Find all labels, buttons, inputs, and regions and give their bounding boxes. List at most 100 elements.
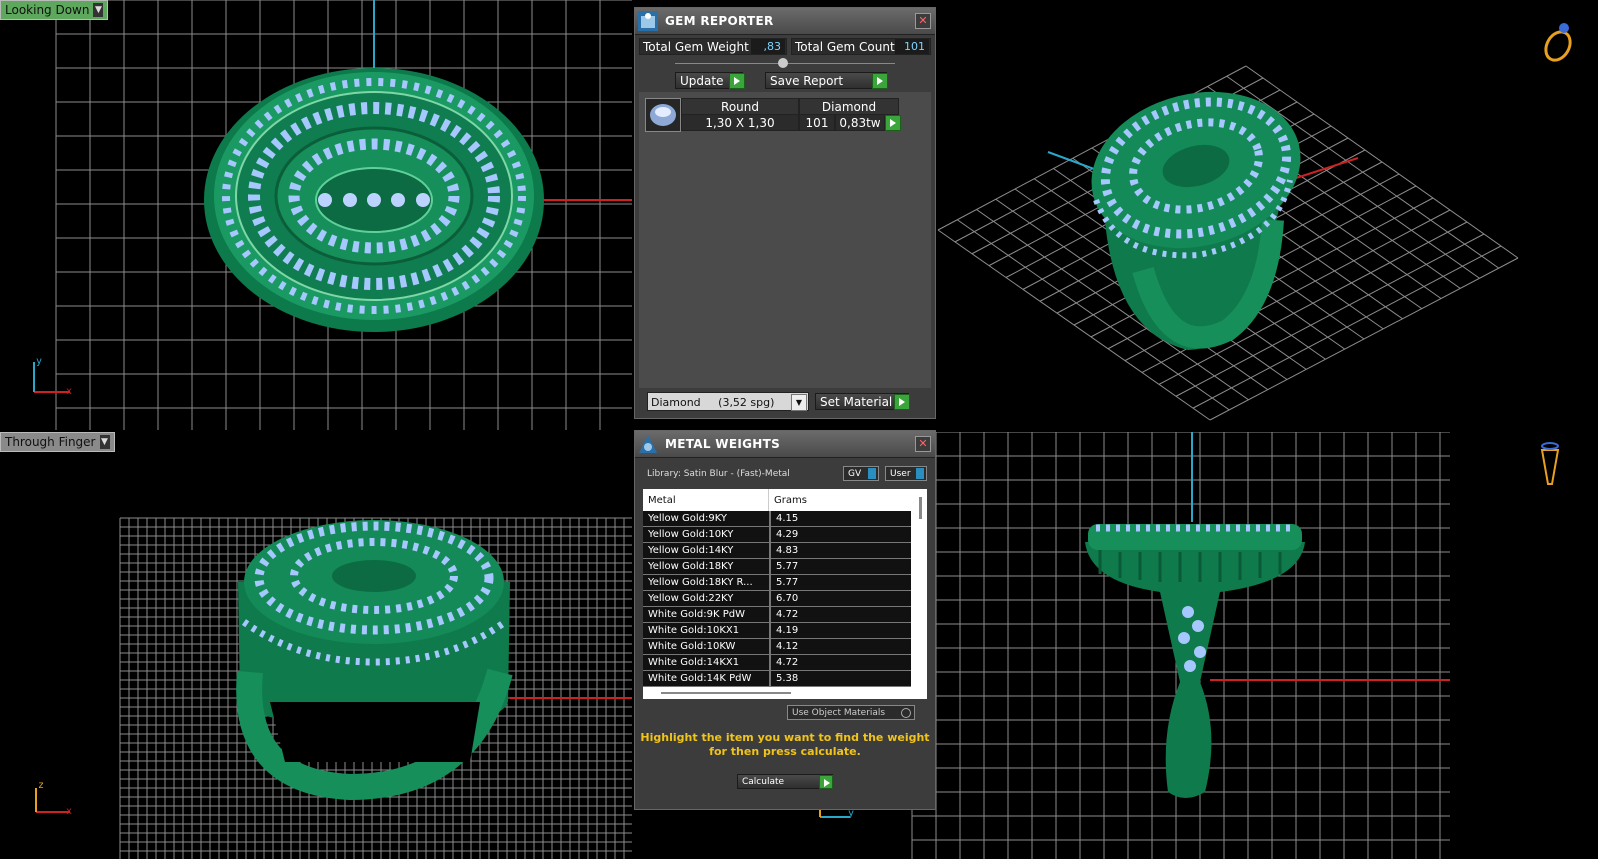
calculate-hint: Highlight the item you want to find the … (635, 731, 935, 759)
set-material-button-label: Set Material (820, 395, 893, 409)
metal-grams-cell: 5.77 (770, 558, 911, 575)
play-icon[interactable] (894, 394, 910, 410)
update-button-label: Update (680, 74, 724, 88)
table-row[interactable]: Yellow Gold:10KY 4.29 (643, 526, 911, 543)
hint-line-2: for then press calculate. (709, 745, 861, 758)
metal-name-cell: Yellow Gold:22KY (643, 590, 771, 607)
material-select-value: Diamond (3,52 spg) (651, 396, 775, 409)
library-label: Library: Satin Blur - (Fast)-Metal (647, 469, 790, 479)
metal-table-body: Yellow Gold:9KY 4.15 Yellow Gold:10KY 4.29 Y… (643, 511, 911, 687)
gem-list: Round Diamond 1,30 X 1,30 101 0,83tw (639, 92, 931, 388)
use-object-materials-label: Use Object Materials (792, 708, 886, 718)
metal-name-cell: White Gold:10KW (643, 638, 771, 655)
table-row[interactable]: White Gold:9K PdW 4.72 (643, 606, 911, 623)
horizontal-scrollbar[interactable] (661, 692, 791, 694)
gem-shape-cell: Round (681, 98, 799, 115)
metal-table: Metal Grams Yellow Gold:9KY 4.15 Yellow Go… (643, 489, 927, 699)
grid-top-left (33, 0, 632, 430)
gv-toggle-label: GV (848, 469, 862, 479)
toggle-indicator-icon (868, 468, 876, 479)
metal-rows: Yellow Gold:9KY 4.15 Yellow Gold:10KY 4.29 Y… (643, 511, 911, 687)
use-object-materials-checkbox[interactable]: Use Object Materials (787, 705, 915, 720)
metal-table-header: Metal Grams (643, 489, 927, 511)
table-row[interactable]: Yellow Gold:14KY 4.83 (643, 542, 911, 559)
play-icon[interactable] (872, 73, 888, 89)
metal-weights-title: METAL WEIGHTS (665, 437, 781, 451)
gem-material-cell: Diamond (799, 98, 899, 115)
gem-reporter-icon (638, 11, 658, 31)
chevron-down-icon[interactable]: ▼ (93, 3, 104, 17)
radio-icon (901, 708, 911, 718)
gem-reporter-title: GEM REPORTER (665, 14, 774, 28)
table-row[interactable]: Yellow Gold:18KY 5.77 (643, 558, 911, 575)
view-mode-label: Through Finger (5, 435, 96, 449)
metal-name-cell: Yellow Gold:18KY (643, 558, 771, 575)
chevron-down-icon[interactable]: ▼ (99, 435, 110, 449)
table-row[interactable]: White Gold:14KX1 4.72 (643, 654, 911, 671)
metal-name-cell: Yellow Gold:18KY R... (643, 574, 771, 591)
table-row[interactable]: White Gold:10KX1 4.19 (643, 622, 911, 639)
view-mode-dropdown-bottom-left[interactable]: Through Finger ▼ (0, 432, 115, 452)
metal-grams-cell: 4.72 (770, 654, 911, 671)
gem-weight-cell: 0,83tw (835, 114, 885, 131)
metal-name-cell: White Gold:10KX1 (643, 622, 771, 639)
metal-name-cell: White Gold:14KX1 (643, 654, 771, 671)
gem-reporter-panel: GEM REPORTER ✕ Total Gem Weight ,83 Tota… (634, 7, 936, 419)
metal-grams-cell: 4.83 (770, 542, 911, 559)
close-icon[interactable]: ✕ (915, 13, 931, 29)
material-select[interactable]: Diamond (3,52 spg) ▼ (647, 392, 809, 411)
table-row[interactable]: Yellow Gold:18KY R... 5.77 (643, 574, 911, 591)
vertical-scrollbar[interactable] (919, 497, 922, 519)
metal-grams-cell: 4.72 (770, 606, 911, 623)
play-icon[interactable] (819, 775, 833, 789)
metal-name-cell: Yellow Gold:10KY (643, 526, 771, 543)
hint-line-1: Highlight the item you want to find the … (640, 731, 930, 744)
grid-perspective (937, 23, 1575, 421)
metal-grams-cell: 4.19 (770, 622, 911, 639)
play-icon[interactable] (885, 115, 901, 131)
user-toggle-label: User (890, 469, 911, 479)
metal-grams-cell: 5.77 (770, 574, 911, 591)
viewport-top-left[interactable]: Looking Down ▼ y x (0, 0, 632, 430)
axis-label-horizontal: x (66, 806, 73, 817)
save-report-button-label: Save Report (770, 74, 844, 88)
metal-grams-cell: 4.29 (770, 526, 911, 543)
table-row[interactable]: Yellow Gold:22KY 6.70 (643, 590, 911, 607)
metal-weights-icon (639, 435, 657, 453)
viewport-bottom-left[interactable]: Through Finger ▼ z x (0, 432, 632, 859)
table-row[interactable]: White Gold:10KW 4.12 (643, 638, 911, 655)
gem-size-cell: 1,30 X 1,30 (681, 114, 799, 131)
col-metal-header[interactable]: Metal (643, 489, 769, 511)
metal-name-cell: White Gold:9K PdW (643, 606, 771, 623)
total-gem-weight-value: ,83 (751, 39, 785, 54)
save-report-button[interactable]: Save Report (765, 72, 887, 89)
close-icon[interactable]: ✕ (915, 436, 931, 452)
ring-view-icon[interactable] (1541, 23, 1575, 64)
grid-bottom-left (35, 517, 632, 859)
metal-grams-cell: 6.70 (770, 590, 911, 607)
axis-label-horizontal: x (66, 386, 73, 397)
table-row[interactable]: White Gold:14K PdW 5.38 (643, 670, 911, 687)
calculate-button-label: Calculate (742, 777, 785, 787)
metal-name-cell: Yellow Gold:14KY (643, 542, 771, 559)
collapse-handle-icon[interactable] (778, 58, 788, 68)
axis-label-vertical: y (36, 356, 43, 367)
view-mode-dropdown-top-left[interactable]: Looking Down ▼ (0, 0, 109, 20)
round-diamond-icon (650, 104, 676, 126)
chevron-down-icon[interactable]: ▼ (791, 394, 807, 411)
metal-weights-panel: METAL WEIGHTS ✕ Library: Satin Blur - (F… (634, 430, 936, 810)
toggle-indicator-icon (916, 468, 924, 479)
viewport-top-right[interactable] (928, 0, 1598, 430)
finger-view-icon[interactable] (1540, 442, 1560, 485)
gem-reporter-titlebar[interactable]: GEM REPORTER ✕ (635, 8, 935, 35)
col-grams-header[interactable]: Grams (769, 489, 812, 511)
metal-weights-titlebar[interactable]: METAL WEIGHTS ✕ (635, 431, 935, 458)
gem-count-cell: 101 (799, 114, 835, 131)
table-row[interactable]: Yellow Gold:9KY 4.15 (643, 511, 911, 527)
gem-thumbnail[interactable] (645, 98, 681, 132)
axis-label-vertical: z (38, 780, 45, 791)
metal-name-cell: White Gold:14K PdW (643, 670, 771, 687)
metal-grams-cell: 4.12 (770, 638, 911, 655)
metal-name-cell: Yellow Gold:9KY (643, 511, 771, 527)
play-icon[interactable] (729, 73, 745, 89)
